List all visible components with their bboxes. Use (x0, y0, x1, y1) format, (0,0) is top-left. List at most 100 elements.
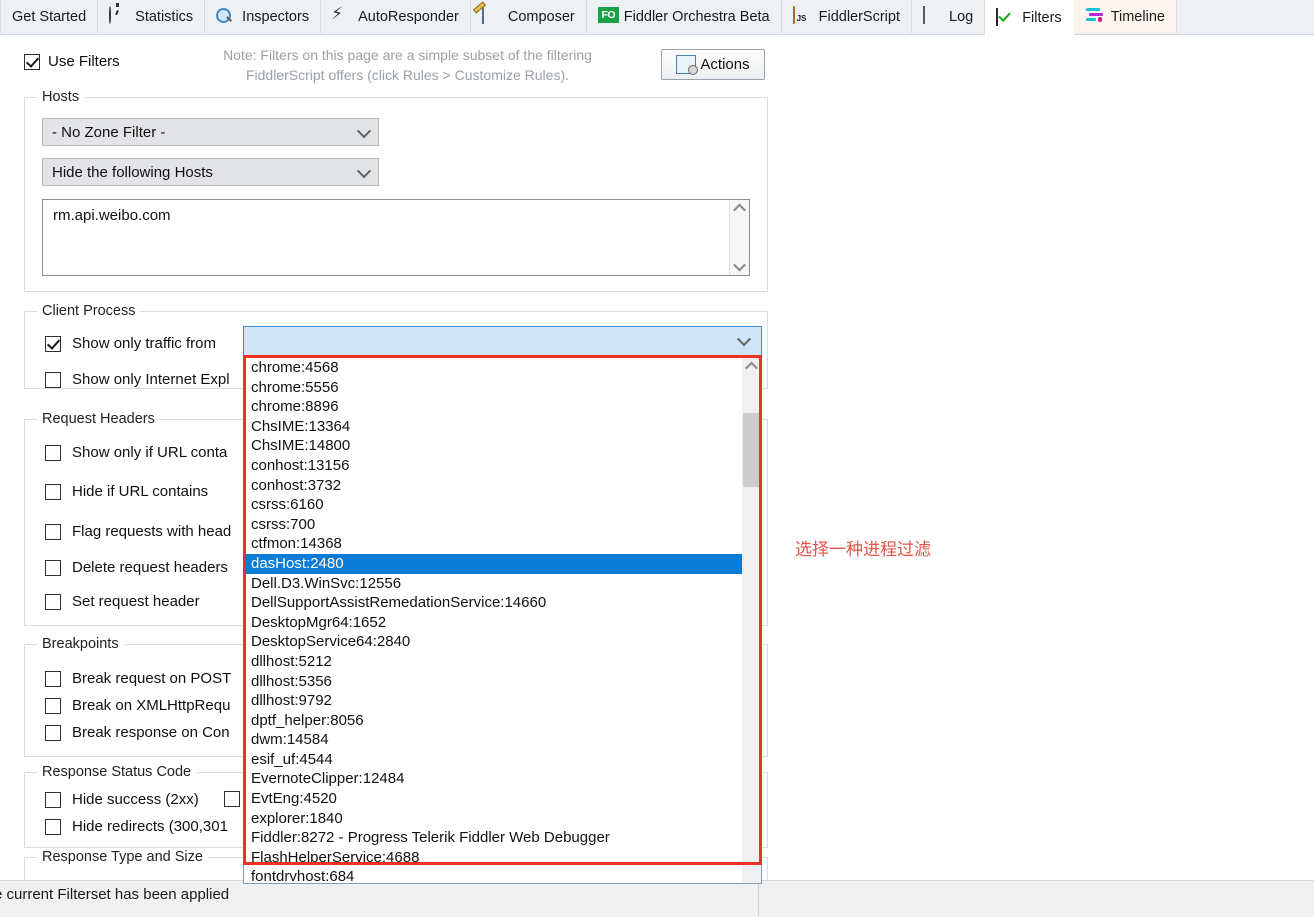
show-only-ie-checkbox[interactable]: Show only Internet Expl (45, 371, 230, 388)
set-request-header-label: Set request header (72, 593, 200, 610)
process-list-item[interactable]: dllhost:5212 (244, 652, 744, 672)
process-list-item[interactable]: dptf_helper:8056 (244, 711, 744, 731)
process-list-item[interactable]: FlashHelperService:4688 (244, 848, 744, 868)
process-list-item[interactable]: ChsIME:13364 (244, 417, 744, 437)
break-request-on-post-checkbox[interactable]: Break request on POST (45, 670, 231, 687)
set-request-header-checkbox[interactable]: Set request header (45, 593, 200, 610)
tab-fiddlerscript[interactable]: FiddlerScript (781, 0, 912, 33)
response-status-extra-box[interactable] (224, 791, 240, 807)
zone-filter-value: - No Zone Filter - (52, 123, 166, 141)
process-list-item[interactable]: chrome:4568 (244, 358, 744, 378)
flag-requests-with-header-box[interactable] (45, 523, 61, 540)
break-request-on-post-label: Break request on POST (72, 670, 232, 687)
zone-filter-combobox[interactable]: - No Zone Filter - (42, 118, 379, 146)
process-list[interactable]: chrome:4568 chrome:5556 chrome:8896 ChsIME:… (244, 357, 744, 883)
scroll-up-icon[interactable] (742, 357, 761, 375)
actions-button[interactable]: Actions (661, 49, 765, 80)
host-mode-combobox[interactable]: Hide the following Hosts (42, 158, 379, 186)
show-only-ie-box[interactable] (45, 371, 61, 388)
client-process-dropdown[interactable]: chrome:4568 chrome:5556 chrome:8896 ChsIME:… (243, 356, 762, 884)
scrollbar-thumb[interactable] (743, 413, 760, 487)
tab-label: Inspectors (242, 8, 310, 25)
process-list-item[interactable]: fontdrvhost:684 (244, 867, 744, 883)
tab-log[interactable]: Log (912, 0, 986, 33)
scroll-down-icon[interactable] (730, 258, 749, 275)
tab-inspectors[interactable]: Inspectors (205, 0, 322, 33)
chevron-down-icon (356, 124, 372, 139)
process-list-item[interactable]: DellSupportAssistRemedationService:14660 (244, 593, 744, 613)
process-list-item[interactable]: ChsIME:14800 (244, 436, 744, 456)
process-list-item[interactable]: ctfmon:14368 (244, 534, 744, 554)
break-response-on-content-type-box[interactable] (45, 724, 61, 741)
use-filters-checkbox[interactable]: Use Filters (24, 53, 120, 70)
scroll-up-icon[interactable] (730, 200, 749, 217)
filters-note: Note: Filters on this page are a simple … (170, 45, 645, 85)
tab-bar: Get Started Statistics Inspectors AutoRe… (0, 0, 1314, 35)
process-list-item[interactable]: DesktopMgr64:1652 (244, 613, 744, 633)
hide-if-url-contains-checkbox[interactable]: Hide if URL contains (45, 483, 208, 500)
process-list-item[interactable]: csrss:6160 (244, 495, 744, 515)
break-response-on-content-type-checkbox[interactable]: Break response on Con (45, 724, 230, 741)
dropdown-scrollbar[interactable] (742, 357, 761, 883)
break-request-on-post-box[interactable] (45, 670, 61, 687)
tab-label: Statistics (135, 8, 194, 25)
process-list-item[interactable]: dllhost:9792 (244, 691, 744, 711)
process-list-item[interactable]: explorer:1840 (244, 809, 744, 829)
tab-filters[interactable]: Filters (985, 0, 1074, 35)
show-only-if-url-contains-checkbox[interactable]: Show only if URL conta (45, 444, 227, 461)
process-list-item[interactable]: chrome:8896 (244, 397, 744, 417)
flag-requests-with-header-checkbox[interactable]: Flag requests with head (45, 523, 231, 540)
hide-if-url-contains-box[interactable] (45, 483, 61, 500)
process-list-item[interactable]: chrome:5556 (244, 378, 744, 398)
show-only-traffic-from-checkbox[interactable]: Show only traffic from (45, 335, 216, 352)
show-only-if-url-contains-label: Show only if URL conta (72, 444, 228, 461)
process-list-item[interactable]: dllhost:5356 (244, 672, 744, 692)
delete-request-headers-checkbox[interactable]: Delete request headers (45, 559, 228, 576)
process-list-item[interactable]: csrss:700 (244, 515, 744, 535)
process-list-item[interactable]: esif_uf:4544 (244, 750, 744, 770)
process-list-item[interactable]: conhost:3732 (244, 476, 744, 496)
hide-redirects-checkbox[interactable]: Hide redirects (300,301 (45, 818, 228, 835)
process-list-item[interactable]: DesktopService64:2840 (244, 632, 744, 652)
process-list-item[interactable]: dwm:14584 (244, 730, 744, 750)
hide-success-2xx-box[interactable] (45, 791, 61, 808)
break-on-xmlhttprequest-checkbox[interactable]: Break on XMLHttpRequ (45, 697, 230, 714)
set-request-header-box[interactable] (45, 593, 61, 610)
response-status-extra-checkbox[interactable] (224, 791, 240, 807)
tab-timeline[interactable]: Timeline (1073, 0, 1177, 33)
tab-statistics[interactable]: Statistics (98, 0, 206, 33)
tab-label: FiddlerScript (818, 8, 900, 25)
process-list-item[interactable]: Dell.D3.WinSvc:12556 (244, 574, 744, 594)
hosts-group-caption: Hosts (37, 89, 85, 105)
client-process-combobox[interactable] (243, 326, 762, 356)
host-list-value: rm.api.weibo.com (53, 207, 171, 224)
break-on-xmlhttprequest-box[interactable] (45, 697, 61, 714)
process-list-item[interactable]: dasHost:2480 (244, 553, 744, 574)
process-list-item[interactable]: conhost:13156 (244, 456, 744, 476)
stopwatch-icon (109, 6, 128, 26)
fo-icon: FO (597, 7, 619, 26)
tab-get-started[interactable]: Get Started (0, 0, 99, 33)
process-list-item[interactable]: EvernoteClipper:12484 (244, 769, 744, 789)
use-filters-box[interactable] (24, 53, 40, 70)
delete-request-headers-box[interactable] (45, 559, 61, 576)
hide-redirects-box[interactable] (45, 818, 61, 835)
filters-note-line2: FiddlerScript offers (click Rules > Cust… (245, 67, 569, 83)
tab-label: Get Started (12, 8, 87, 25)
flag-requests-with-header-label: Flag requests with head (72, 523, 232, 540)
hide-success-2xx-checkbox[interactable]: Hide success (2xx) (45, 791, 199, 808)
tab-autoresponder[interactable]: AutoResponder (321, 0, 471, 33)
delete-request-headers-label: Delete request headers (72, 559, 228, 576)
show-only-traffic-from-box[interactable] (45, 335, 61, 352)
process-list-item[interactable]: EvtEng:4520 (244, 789, 744, 809)
tab-fiddler-orchestra-beta[interactable]: FO Fiddler Orchestra Beta (586, 0, 782, 33)
breakpoints-caption: Breakpoints (37, 636, 124, 652)
tab-label: Filters (1022, 10, 1062, 26)
show-only-if-url-contains-box[interactable] (45, 444, 61, 461)
process-list-item[interactable]: Fiddler:8272 - Progress Telerik Fiddler … (244, 828, 744, 848)
tab-composer[interactable]: Composer (470, 0, 587, 33)
host-list-scrollbar[interactable] (729, 200, 749, 275)
host-list-textarea[interactable]: rm.api.weibo.com (42, 199, 750, 276)
chevron-down-icon (356, 164, 372, 179)
timeline-icon (1085, 7, 1104, 26)
